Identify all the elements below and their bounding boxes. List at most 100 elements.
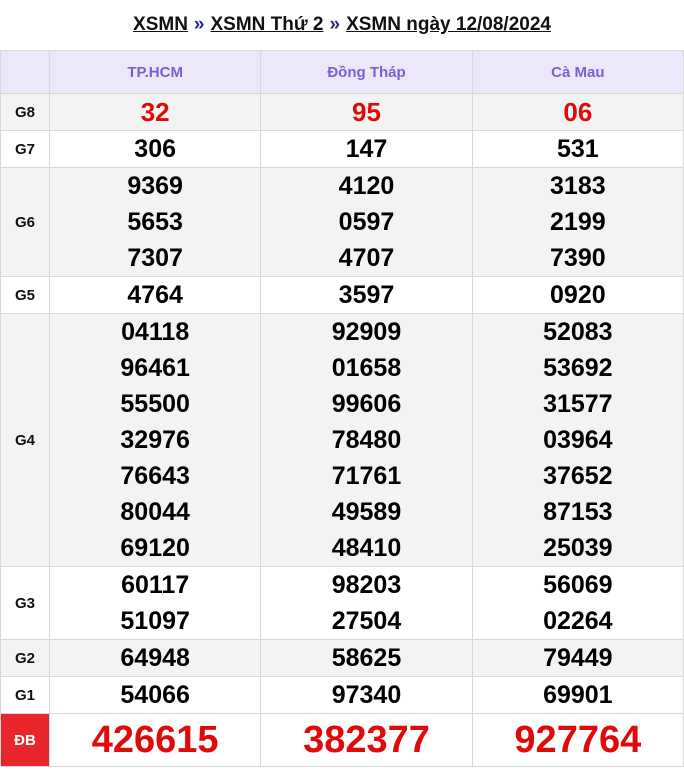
lottery-number: 2199 — [550, 208, 606, 236]
prize-label: G4 — [0, 313, 50, 567]
lottery-number: 382377 — [303, 719, 430, 761]
prize-cell: 32 — [48, 93, 262, 131]
lottery-number: 9369 — [127, 172, 183, 200]
lottery-number: 426615 — [91, 719, 219, 761]
lottery-number: 4707 — [338, 244, 395, 272]
breadcrumb: XSMN » XSMN Thứ 2 » XSMN ngày 12/08/2024 — [0, 0, 684, 50]
lottery-number: 25039 — [543, 534, 613, 562]
lottery-number: 03964 — [543, 426, 613, 454]
prize-row-đb: ĐB 426615 382377 927764 — [0, 713, 684, 767]
prize-cell: 4120 0597 4707 — [260, 167, 473, 277]
lottery-number: 69901 — [543, 681, 613, 709]
breadcrumb-link-xsmn-date[interactable]: XSMN ngày 12/08/2024 — [346, 14, 551, 36]
lottery-number: 4764 — [127, 281, 183, 309]
lottery-number: 98203 — [331, 571, 402, 599]
prize-row-g1: G1 54066 97340 69901 — [0, 676, 684, 714]
lottery-number: 97340 — [331, 681, 402, 709]
prize-label: G6 — [0, 167, 50, 277]
prize-label: G8 — [0, 93, 50, 131]
province-header-3[interactable]: Cà Mau — [471, 50, 684, 94]
prize-row-g2: G2 64948 58625 79449 — [0, 639, 684, 677]
prize-row-g5: G5 4764 3597 0920 — [0, 276, 684, 314]
lottery-number: 80044 — [120, 498, 190, 526]
lottery-number: 02264 — [543, 607, 613, 635]
prize-cell: 56069 02264 — [471, 566, 684, 640]
lottery-number: 32 — [140, 97, 170, 127]
lottery-number: 96461 — [120, 354, 190, 382]
lottery-number: 54066 — [120, 681, 190, 709]
prize-cell: 06 — [471, 93, 684, 131]
province-header-2[interactable]: Đồng Tháp — [260, 50, 473, 94]
prize-row-g4: G4 04118 96461 55500 32976 76643 80044 69120 929… — [0, 313, 684, 567]
province-header-1[interactable]: TP.HCM — [48, 50, 262, 94]
prize-label: G2 — [0, 639, 50, 677]
prize-label: G1 — [0, 676, 50, 714]
prize-cell: 95 — [260, 93, 473, 131]
prize-label: G3 — [0, 566, 50, 640]
prize-cell: 79449 — [471, 639, 684, 677]
prize-cell: 306 — [48, 130, 262, 168]
lottery-number: 95 — [352, 97, 381, 127]
lottery-number: 7390 — [550, 244, 606, 272]
breadcrumb-link-xsmn-thu-2[interactable]: XSMN Thứ 2 — [211, 14, 324, 36]
lottery-number: 56069 — [543, 571, 613, 599]
lottery-number: 3597 — [338, 281, 395, 309]
lottery-number: 06 — [563, 97, 593, 127]
prize-cell: 04118 96461 55500 32976 76643 80044 69120 — [48, 313, 262, 567]
prize-cell: 147 — [260, 130, 473, 168]
lottery-number: 69120 — [120, 534, 190, 562]
lottery-number: 01658 — [331, 354, 402, 382]
lottery-number: 5653 — [127, 208, 183, 236]
lottery-number: 53692 — [543, 354, 613, 382]
lottery-number: 79449 — [543, 644, 613, 672]
header-corner — [0, 50, 50, 94]
lottery-number: 78480 — [331, 426, 402, 454]
lottery-number: 52083 — [543, 318, 613, 346]
prize-cell: 52083 53692 31577 03964 37652 87153 25039 — [471, 313, 684, 567]
lottery-number: 04118 — [121, 318, 190, 346]
breadcrumb-separator: » — [329, 14, 341, 35]
breadcrumb-link-xsmn[interactable]: XSMN — [133, 14, 188, 36]
lottery-number: 0920 — [550, 281, 606, 309]
lottery-number: 37652 — [543, 462, 613, 490]
lottery-number: 0597 — [338, 208, 395, 236]
prize-row-g7: G7 306 147 531 — [0, 130, 684, 168]
prize-cell: 426615 — [48, 713, 262, 767]
lottery-number: 87153 — [543, 498, 613, 526]
lottery-number: 147 — [345, 135, 388, 163]
prize-label: G5 — [0, 276, 50, 314]
prize-row-g8: G8 32 95 06 — [0, 93, 684, 131]
prize-cell: 3183 2199 7390 — [471, 167, 684, 277]
prize-cell: 92909 01658 99606 78480 71761 49589 48410 — [260, 313, 473, 567]
lottery-number: 92909 — [331, 318, 402, 346]
lottery-number: 31577 — [543, 390, 613, 418]
province-header-row: TP.HCM Đồng Tháp Cà Mau — [0, 50, 684, 94]
prize-cell: 98203 27504 — [260, 566, 473, 640]
lottery-number: 4120 — [338, 172, 395, 200]
lottery-number: 531 — [556, 135, 599, 163]
breadcrumb-separator: » — [193, 14, 205, 35]
prize-cell: 58625 — [260, 639, 473, 677]
prize-cell: 0920 — [471, 276, 684, 314]
prize-cell: 3597 — [260, 276, 473, 314]
prize-cell: 54066 — [48, 676, 262, 714]
results-table: TP.HCM Đồng Tháp Cà Mau G8 32 95 06 G7 306 147… — [0, 50, 684, 767]
lottery-number: 306 — [134, 135, 177, 163]
lottery-number: 48410 — [331, 534, 402, 562]
lottery-number: 76643 — [120, 462, 190, 490]
lottery-number: 55500 — [120, 390, 190, 418]
lottery-number: 51097 — [120, 607, 190, 635]
prize-row-g6: G6 9369 5653 7307 4120 0597 4707 3183 2199 7390 — [0, 167, 684, 277]
prize-cell: 64948 — [48, 639, 262, 677]
prize-label: ĐB — [0, 713, 50, 767]
prize-cell: 531 — [471, 130, 684, 168]
lottery-number: 60117 — [121, 571, 190, 599]
lottery-number: 27504 — [331, 607, 402, 635]
prize-cell: 97340 — [260, 676, 473, 714]
prize-cell: 9369 5653 7307 — [48, 167, 262, 277]
prize-cell: 69901 — [471, 676, 684, 714]
prize-cell: 4764 — [48, 276, 262, 314]
lottery-number: 99606 — [331, 390, 402, 418]
prize-cell: 382377 — [260, 713, 473, 767]
lottery-number: 7307 — [127, 244, 183, 272]
